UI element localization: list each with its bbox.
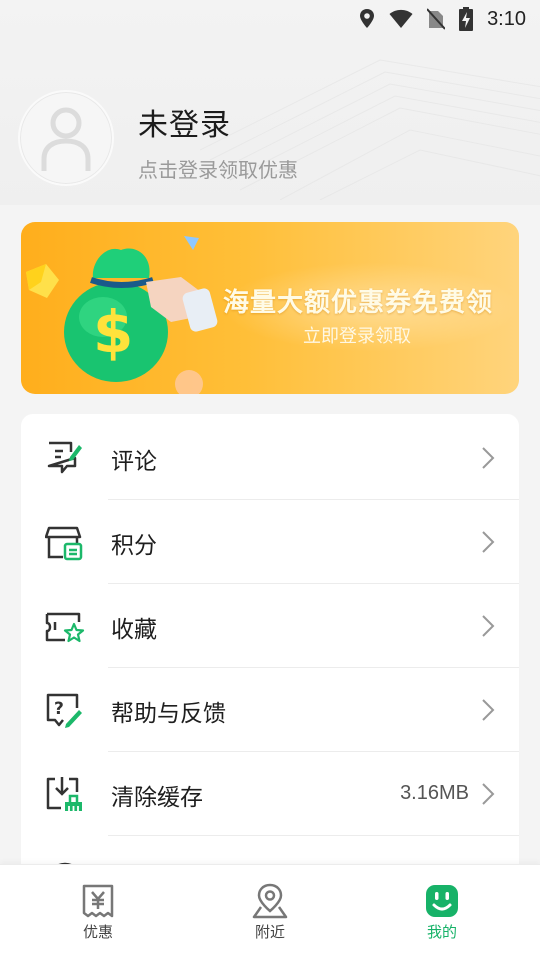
profile-name[interactable]: 未登录: [138, 100, 231, 144]
status-bar: 3:10: [0, 0, 540, 38]
chevron-right-icon: [482, 531, 495, 553]
menu-item-points[interactable]: 积分: [21, 500, 519, 584]
favorite-ticket-icon: [45, 612, 85, 643]
help-feedback-icon: ?: [46, 693, 82, 728]
menu-item-label: 积分: [111, 533, 157, 559]
comment-edit-icon: [47, 441, 82, 474]
bottom-tab-bar: 优惠 附近 我的: [0, 864, 540, 960]
menu-item-label: 收藏: [111, 617, 157, 643]
wifi-icon: [389, 9, 413, 28]
svg-text:$: $: [93, 298, 133, 366]
location-icon: [360, 9, 375, 28]
banner-title: 海量大额优惠券免费领: [223, 288, 494, 318]
battery-charging-icon: [459, 7, 474, 31]
menu-item-label: 帮助与反馈: [111, 701, 226, 727]
menu-item-favorites[interactable]: 收藏: [21, 584, 519, 668]
menu-item-label: 评论: [111, 449, 157, 475]
clear-cache-icon: [46, 777, 82, 811]
nearby-location-icon: [252, 883, 288, 919]
menu-item-comments[interactable]: 评论: [21, 416, 519, 500]
chevron-right-icon: [482, 447, 495, 469]
tab-label: 附近: [254, 923, 285, 941]
chevron-right-icon: [482, 615, 495, 637]
tab-label: 优惠: [82, 923, 113, 941]
tab-coupons[interactable]: 优惠: [8, 865, 188, 960]
tab-mine[interactable]: 我的: [352, 865, 532, 960]
promo-banner[interactable]: $ 海量大额优惠券免费领 立即登录领取: [21, 222, 519, 394]
my-smile-icon: [426, 885, 458, 917]
chevron-right-icon: [482, 699, 495, 721]
user-placeholder-icon: [41, 107, 91, 171]
menu-item-clear-cache[interactable]: 清除缓存 3.16MB: [21, 752, 519, 836]
menu-list: 评论 积分 收藏 ? 帮助与反馈 清除缓存 3.16MB: [21, 414, 519, 884]
points-store-icon: [45, 526, 83, 561]
svg-text:?: ?: [54, 699, 64, 719]
menu-item-help-feedback[interactable]: ? 帮助与反馈: [21, 668, 519, 752]
cache-size-value: 3.16MB: [400, 782, 469, 804]
profile-section[interactable]: 未登录 点击登录领取优惠: [18, 90, 518, 190]
profile-login-hint[interactable]: 点击登录领取优惠: [138, 154, 298, 183]
avatar[interactable]: [18, 90, 114, 186]
menu-item-label: 清除缓存: [111, 785, 203, 811]
chevron-right-icon: [482, 783, 495, 805]
tab-label: 我的: [426, 923, 457, 941]
banner-subtitle: 立即登录领取: [303, 326, 411, 347]
status-time: 3:10: [487, 7, 526, 30]
tab-nearby[interactable]: 附近: [180, 865, 360, 960]
coupon-yen-icon: [82, 884, 114, 918]
no-sim-icon: [427, 8, 446, 30]
